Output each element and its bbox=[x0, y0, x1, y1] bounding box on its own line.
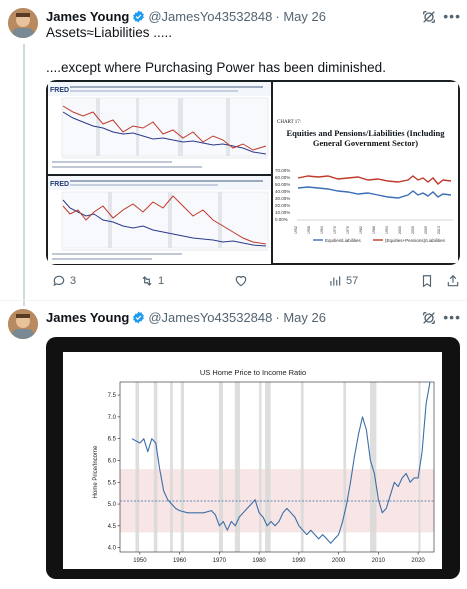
svg-text:0.00%: 0.00% bbox=[275, 217, 288, 222]
avatar[interactable] bbox=[8, 8, 38, 38]
grok-icon[interactable] bbox=[421, 9, 437, 25]
svg-text:1958: 1958 bbox=[307, 226, 311, 234]
recession-shade bbox=[180, 382, 184, 552]
views-count: 57 bbox=[346, 275, 359, 287]
svg-text:20.00%: 20.00% bbox=[275, 203, 290, 208]
svg-text:1970: 1970 bbox=[333, 226, 337, 234]
fred-chart-2[interactable]: FRED bbox=[48, 176, 271, 264]
avatar[interactable] bbox=[8, 309, 38, 339]
display-name[interactable]: James Young bbox=[46, 310, 129, 325]
thread-line bbox=[23, 44, 25, 306]
bookmark-icon bbox=[422, 275, 432, 288]
svg-text:50.00%: 50.00% bbox=[275, 182, 290, 187]
svg-text:30.00%: 30.00% bbox=[275, 196, 290, 201]
y-tick-label: 5.0 bbox=[108, 502, 117, 508]
chart-frame: US Home Price to Income Ratio Home Price… bbox=[63, 352, 442, 569]
svg-text:1952: 1952 bbox=[294, 226, 298, 234]
recession-shade bbox=[153, 382, 158, 552]
repost-button[interactable]: 1 bbox=[140, 274, 164, 288]
svg-text:40.00%: 40.00% bbox=[275, 189, 290, 194]
grok-icon[interactable] bbox=[421, 310, 437, 326]
x-tick-label: 1980 bbox=[252, 558, 266, 564]
share-button[interactable] bbox=[446, 274, 460, 288]
y-tick-label: 7.5 bbox=[108, 393, 117, 399]
svg-text:1994: 1994 bbox=[385, 226, 389, 234]
recession-shade bbox=[343, 382, 347, 552]
more-options-icon[interactable]: ••• bbox=[443, 309, 461, 325]
home-price-chart: US Home Price to Income Ratio Home Price… bbox=[93, 368, 435, 564]
x-tick-label: 2010 bbox=[372, 558, 386, 564]
svg-text:60.00%: 60.00% bbox=[275, 175, 290, 180]
reply-icon bbox=[53, 275, 65, 287]
tweet-actions: 3 1 57 bbox=[46, 274, 460, 292]
fred-logo: FRED bbox=[50, 181, 69, 188]
like-button[interactable] bbox=[234, 274, 248, 288]
y-tick-label: 7.0 bbox=[108, 415, 117, 421]
y-tick-label: 6.5 bbox=[108, 437, 117, 443]
tweet-header: James Young @JamesYo43532848 · May 26 bbox=[46, 310, 326, 325]
svg-text:1982: 1982 bbox=[359, 226, 363, 234]
timestamp[interactable]: · May 26 bbox=[275, 310, 326, 325]
svg-text:1988: 1988 bbox=[372, 226, 376, 234]
reply-count: 3 bbox=[70, 275, 77, 287]
x-tick-label: 2020 bbox=[411, 558, 425, 564]
svg-text:70.00%: 70.00% bbox=[275, 168, 290, 173]
verified-badge-icon bbox=[133, 311, 145, 324]
svg-text:2009: 2009 bbox=[424, 226, 428, 234]
tweet-media-grid[interactable]: FRED FRED CHART 17: Equities and Pension… bbox=[46, 80, 460, 265]
svg-text:2005: 2005 bbox=[411, 226, 415, 234]
heart-icon bbox=[235, 275, 247, 287]
tweet-media-chart[interactable]: US Home Price to Income Ratio Home Price… bbox=[46, 337, 460, 579]
user-handle[interactable]: @JamesYo43532848 bbox=[148, 9, 272, 24]
bookmark-button[interactable] bbox=[420, 274, 434, 288]
x-tick-label: 1990 bbox=[292, 558, 306, 564]
y-tick-label: 5.5 bbox=[108, 480, 117, 486]
chart-17-image[interactable]: CHART 17: Equities and Pensions/Liabilit… bbox=[273, 82, 458, 263]
chart-17-legend-2: (Equities+Pensions)/Liabilities bbox=[385, 238, 446, 243]
repost-icon bbox=[142, 276, 152, 286]
analytics-icon bbox=[330, 276, 341, 286]
y-tick-label: 6.0 bbox=[108, 458, 117, 464]
recession-shade bbox=[218, 382, 223, 552]
reply-button[interactable]: 3 bbox=[52, 274, 76, 288]
verified-badge-icon bbox=[133, 10, 145, 23]
tweet-text-line-2: ....except where Purchasing Power has be… bbox=[46, 60, 386, 75]
recession-shade bbox=[170, 382, 173, 552]
recession-shade bbox=[300, 382, 304, 552]
recession-shade bbox=[259, 382, 262, 552]
tweet-header: James Young @JamesYo43532848 · May 26 bbox=[46, 9, 326, 24]
more-options-icon[interactable]: ••• bbox=[443, 8, 461, 24]
x-tick-label: 1950 bbox=[133, 558, 147, 564]
share-icon bbox=[447, 274, 459, 287]
y-tick-label: 4.5 bbox=[108, 524, 117, 530]
fred-logo: FRED bbox=[50, 87, 69, 94]
svg-text:2000: 2000 bbox=[398, 226, 402, 234]
x-tick-label: 2000 bbox=[332, 558, 346, 564]
x-tick-label: 1970 bbox=[213, 558, 227, 564]
chart-17-title: Equities and Pensions/Liabilities (Inclu… bbox=[286, 128, 445, 148]
views-button[interactable]: 57 bbox=[328, 274, 358, 288]
recession-shade bbox=[234, 382, 241, 552]
chart-17-legend-1: Equities/Liabilities bbox=[325, 238, 362, 243]
svg-text:1964: 1964 bbox=[320, 226, 324, 234]
y-axis-label: Home Price/Income bbox=[93, 445, 99, 498]
y-tick-label: 4.0 bbox=[108, 546, 117, 552]
recession-shade bbox=[265, 382, 271, 552]
display-name[interactable]: James Young bbox=[46, 9, 129, 24]
tweet-text-line-1: Assets≈Liabilities ..... bbox=[46, 25, 172, 40]
chart-17-label: CHART 17: bbox=[277, 120, 302, 125]
svg-text:1976: 1976 bbox=[346, 226, 350, 234]
repost-count: 1 bbox=[158, 275, 165, 287]
svg-text:2013: 2013 bbox=[437, 226, 441, 234]
x-tick-label: 1960 bbox=[173, 558, 187, 564]
chart-title: US Home Price to Income Ratio bbox=[200, 368, 306, 377]
svg-text:10.00%: 10.00% bbox=[275, 210, 290, 215]
recession-shade bbox=[370, 382, 377, 552]
tweet-divider bbox=[0, 300, 467, 301]
recession-shade bbox=[135, 382, 140, 552]
timestamp[interactable]: · May 26 bbox=[275, 9, 326, 24]
user-handle[interactable]: @JamesYo43532848 bbox=[148, 310, 272, 325]
fred-chart-1[interactable]: FRED bbox=[48, 82, 271, 174]
